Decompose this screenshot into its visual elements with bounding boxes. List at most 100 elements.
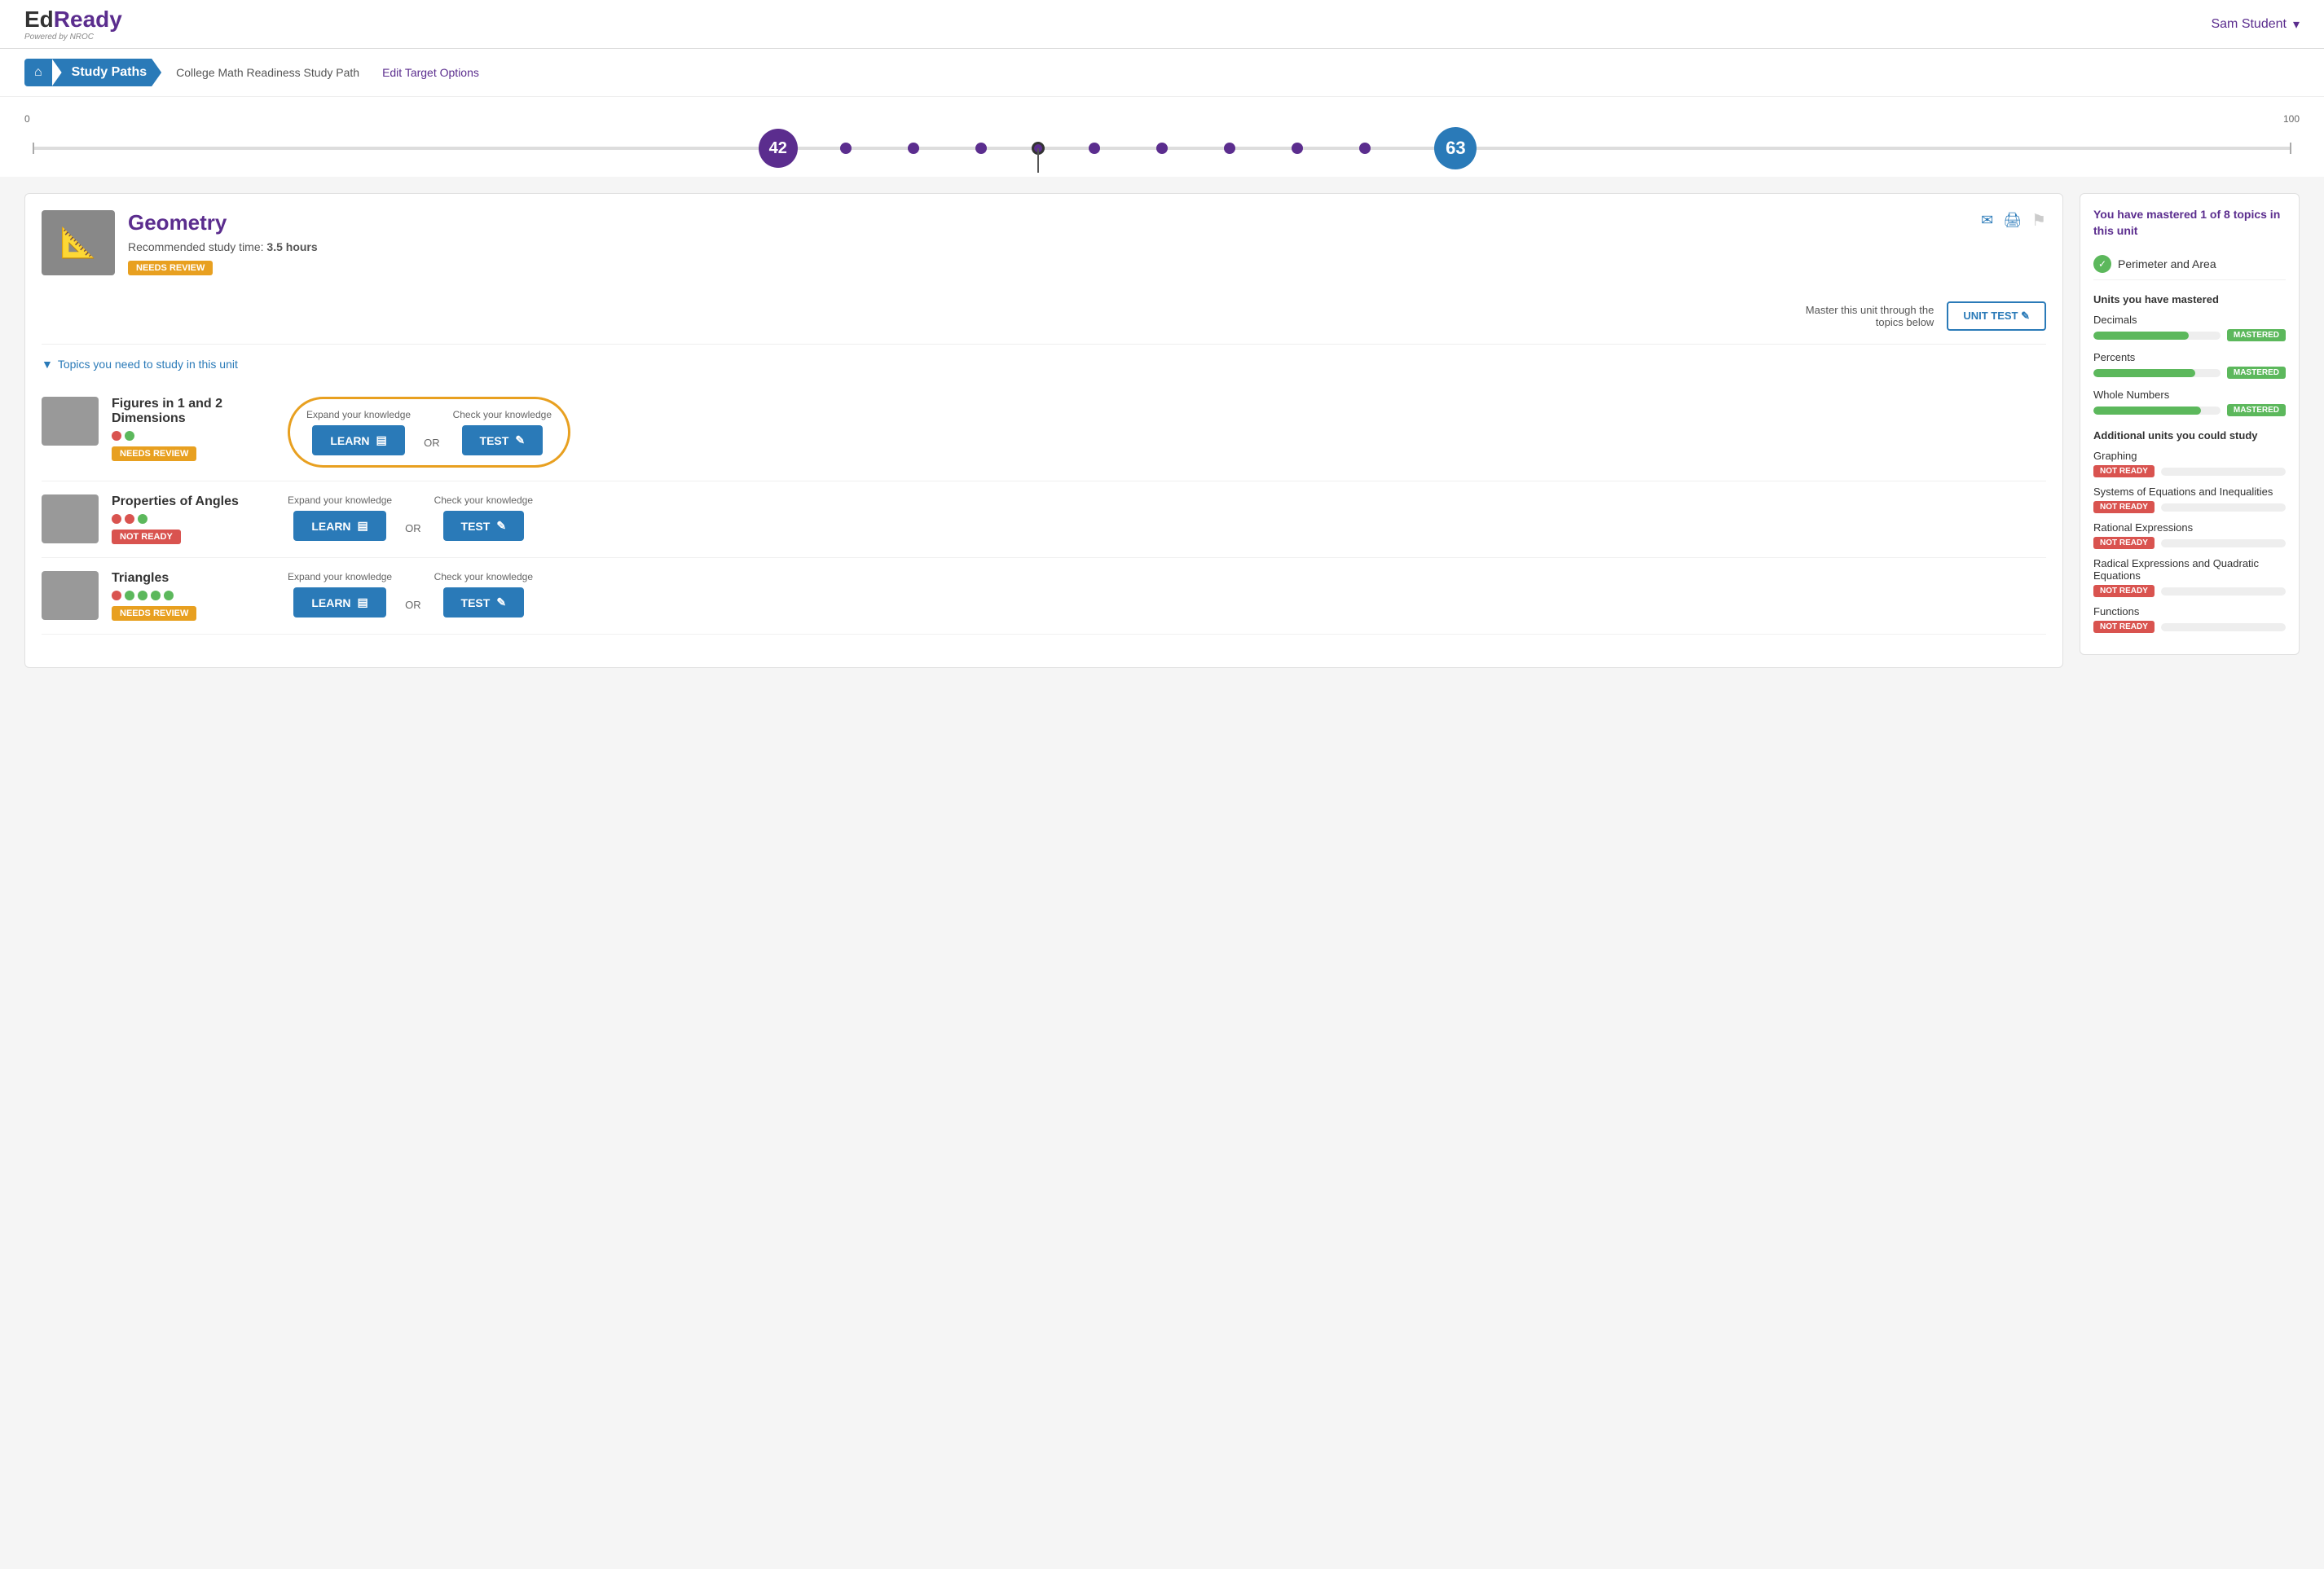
progress-dot-1[interactable] bbox=[840, 143, 852, 154]
progress-dot-active[interactable] bbox=[1032, 142, 1045, 155]
topic-image-1 bbox=[42, 397, 99, 446]
mastered-unit-whole-numbers: Whole Numbers MASTERED bbox=[2093, 389, 2286, 416]
logo-text: EdReady bbox=[24, 7, 122, 33]
units-mastered-title: Units you have mastered bbox=[2093, 293, 2286, 305]
mastered-topic-row: ✓ Perimeter and Area bbox=[2093, 248, 2286, 280]
test-icon: ✎ bbox=[515, 433, 525, 447]
master-unit-text: Master this unit through the topics belo… bbox=[1806, 304, 1934, 328]
unit-title: Geometry bbox=[128, 210, 318, 235]
dot-green-t3 bbox=[151, 591, 161, 600]
test-action-group-2: Check your knowledge TEST ✎ bbox=[434, 494, 533, 541]
additional-unit-functions: Functions NOT READY bbox=[2093, 605, 2286, 633]
progress-dot-6[interactable] bbox=[1224, 143, 1235, 154]
topic-actions-inner-2: Expand your knowledge LEARN ▤ OR Check y… bbox=[288, 494, 533, 541]
topic-dots-2 bbox=[112, 514, 275, 524]
expand-label-3: Expand your knowledge bbox=[288, 571, 392, 582]
dot-green-t1 bbox=[125, 591, 134, 600]
additional-unit-systems: Systems of Equations and Inequalities NO… bbox=[2093, 486, 2286, 513]
learn-button-2[interactable]: LEARN ▤ bbox=[293, 511, 385, 541]
check-label-2: Check your knowledge bbox=[434, 494, 533, 506]
print-icon-button[interactable]: 🖨 bbox=[2003, 212, 2022, 229]
topic-dots-1 bbox=[112, 431, 275, 441]
mastery-title: You have mastered 1 of 8 topics in this … bbox=[2093, 207, 2286, 239]
unit-panel: 📐 Geometry Recommended study time: 3.5 h… bbox=[24, 193, 2063, 668]
topic-image-2 bbox=[42, 494, 99, 543]
learn-action-group: Expand your knowledge LEARN ▤ bbox=[306, 409, 411, 455]
topics-arrow-icon: ▼ bbox=[42, 358, 53, 371]
progress-dot-8[interactable] bbox=[1359, 143, 1371, 154]
additional-units-title: Additional units you could study bbox=[2093, 429, 2286, 442]
additional-unit-radical: Radical Expressions and Quadratic Equati… bbox=[2093, 557, 2286, 597]
progress-section: 0 100 42 63 bbox=[0, 97, 2324, 177]
topic-actions-2: Expand your knowledge LEARN ▤ OR Check y… bbox=[288, 494, 2046, 541]
topic-title-3: Triangles bbox=[112, 571, 275, 586]
test-action-group: Check your knowledge TEST ✎ bbox=[453, 409, 552, 455]
unit-study-time: Recommended study time: 3.5 hours bbox=[128, 240, 318, 253]
test-button-2[interactable]: TEST ✎ bbox=[443, 511, 525, 541]
mastered-unit-percents: Percents MASTERED bbox=[2093, 351, 2286, 379]
test-button-3[interactable]: TEST ✎ bbox=[443, 587, 525, 617]
progress-max: 100 bbox=[2283, 113, 2300, 125]
dot-red bbox=[112, 431, 121, 441]
mastered-unit-decimals: Decimals MASTERED bbox=[2093, 314, 2286, 341]
learn-icon-2: ▤ bbox=[358, 519, 368, 533]
mastery-card: You have mastered 1 of 8 topics in this … bbox=[2080, 193, 2300, 655]
email-icon-button[interactable]: ✉ bbox=[1981, 212, 1993, 229]
callout-oval: Expand your knowledge LEARN ▤ OR Check y… bbox=[288, 397, 570, 468]
dot-red-2 bbox=[125, 514, 134, 524]
check-label: Check your knowledge bbox=[453, 409, 552, 420]
topic-item-3: Triangles NEEDS REVIEW Expand your knowl… bbox=[42, 558, 2046, 635]
topic-item-2: Properties of Angles NOT READY Expand yo… bbox=[42, 481, 2046, 558]
progress-dot-5[interactable] bbox=[1156, 143, 1168, 154]
learn-icon: ▤ bbox=[376, 433, 387, 447]
test-button-1[interactable]: TEST ✎ bbox=[462, 425, 544, 455]
home-button[interactable]: ⌂ bbox=[24, 59, 52, 86]
test-action-group-3: Check your knowledge TEST ✎ bbox=[434, 571, 533, 617]
path-name: College Math Readiness Study Path bbox=[161, 59, 374, 86]
progress-indicator-line bbox=[1037, 148, 1039, 173]
or-label-2: OR bbox=[405, 522, 421, 534]
topic-info-3: Triangles NEEDS REVIEW bbox=[112, 571, 275, 621]
unit-thumbnail-icon: 📐 bbox=[60, 226, 97, 260]
topic-status-badge-2: NOT READY bbox=[112, 530, 181, 544]
test-icon-3: ✎ bbox=[496, 596, 506, 609]
dot-green-t2 bbox=[138, 591, 147, 600]
topic-actions-1: Expand your knowledge LEARN ▤ OR Check y… bbox=[288, 397, 2046, 468]
progress-labels: 0 100 bbox=[24, 113, 2300, 125]
or-label-3: OR bbox=[405, 599, 421, 611]
flag-icon: ⚑ bbox=[2031, 210, 2046, 231]
additional-unit-graphing: Graphing NOT READY bbox=[2093, 450, 2286, 477]
units-mastered-section: Units you have mastered Decimals MASTERE… bbox=[2093, 293, 2286, 416]
unit-action-icons: ✉ 🖨 ⚑ bbox=[1981, 210, 2046, 231]
progress-track-container: 42 63 bbox=[33, 128, 2291, 169]
learn-button-1[interactable]: LEARN ▤ bbox=[312, 425, 404, 455]
unit-test-button[interactable]: UNIT TEST ✎ bbox=[1947, 301, 2046, 331]
current-score-bubble: 42 bbox=[759, 129, 798, 168]
main-content: 📐 Geometry Recommended study time: 3.5 h… bbox=[0, 177, 2324, 684]
unit-status-badge: NEEDS REVIEW bbox=[128, 261, 213, 275]
progress-dot-4[interactable] bbox=[1089, 143, 1100, 154]
progress-dot-7[interactable] bbox=[1292, 143, 1303, 154]
topic-title-2: Properties of Angles bbox=[112, 494, 275, 509]
check-circle-icon: ✓ bbox=[2093, 255, 2111, 273]
learn-action-group-3: Expand your knowledge LEARN ▤ bbox=[288, 571, 392, 617]
topics-header[interactable]: ▼ Topics you need to study in this unit bbox=[42, 358, 2046, 371]
progress-dot-2[interactable] bbox=[908, 143, 919, 154]
topic-info-2: Properties of Angles NOT READY bbox=[112, 494, 275, 544]
expand-label: Expand your knowledge bbox=[306, 409, 411, 420]
progress-dot-3[interactable] bbox=[975, 143, 987, 154]
right-panel: You have mastered 1 of 8 topics in this … bbox=[2080, 193, 2300, 668]
master-unit-row: Master this unit through the topics belo… bbox=[42, 301, 2046, 345]
or-label-1: OR bbox=[424, 437, 440, 449]
learn-button-3[interactable]: LEARN ▤ bbox=[293, 587, 385, 617]
logo-sub: Powered by NROC bbox=[24, 33, 94, 42]
check-label-3: Check your knowledge bbox=[434, 571, 533, 582]
study-paths-breadcrumb[interactable]: Study Paths bbox=[52, 59, 161, 86]
dot-green bbox=[125, 431, 134, 441]
test-icon-2: ✎ bbox=[496, 519, 506, 533]
user-menu[interactable]: Sam Student ▾ bbox=[2211, 16, 2300, 33]
edit-target-link[interactable]: Edit Target Options bbox=[382, 66, 479, 79]
user-name: Sam Student bbox=[2211, 17, 2287, 32]
learn-action-group-2: Expand your knowledge LEARN ▤ bbox=[288, 494, 392, 541]
breadcrumb: ⌂ Study Paths College Math Readiness Stu… bbox=[0, 49, 2324, 97]
